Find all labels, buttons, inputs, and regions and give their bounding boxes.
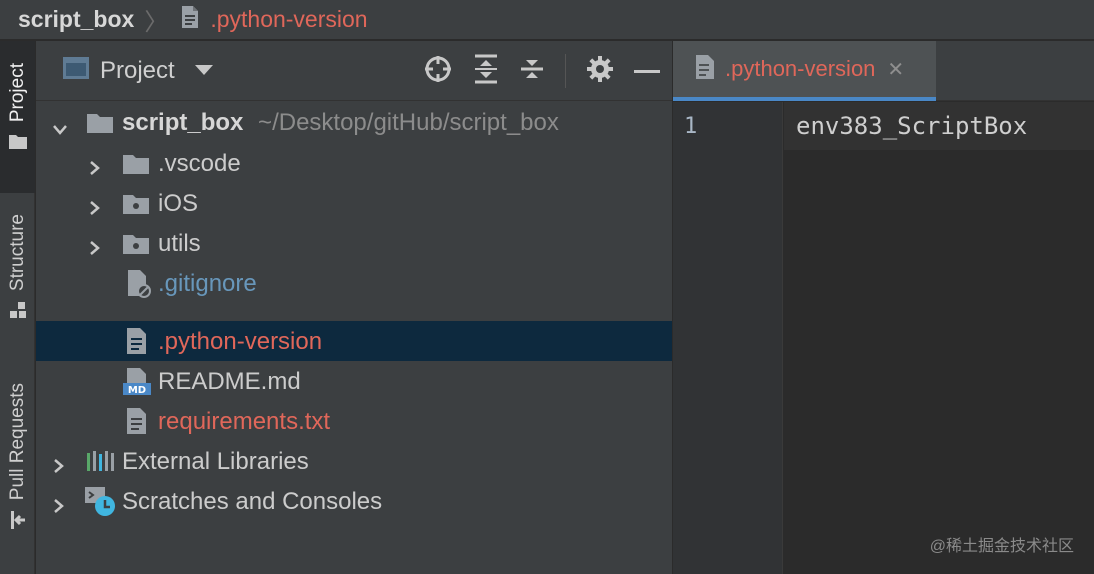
tree-root-path: ~/Desktop/gitHub/script_box (258, 109, 559, 136)
chevron-right-icon[interactable] (52, 493, 66, 513)
tree-root-label: script_box (122, 109, 244, 136)
locate-icon[interactable] (423, 54, 453, 89)
gear-icon[interactable] (586, 55, 614, 88)
text-file-icon (126, 407, 148, 442)
project-view-icon (62, 56, 90, 85)
editor-tab-bar: .python-version ✕ (673, 41, 1094, 101)
tree-item-label: External Libraries (122, 448, 309, 475)
tree-item-label: utils (158, 230, 201, 257)
tree-row-external-libraries[interactable]: External Libraries (36, 441, 672, 481)
tree-row-utils[interactable]: utils (36, 223, 672, 263)
breadcrumb-project[interactable]: script_box (18, 6, 134, 33)
tree-row-requirements[interactable]: requirements.txt (36, 401, 672, 441)
expand-all-icon[interactable] (473, 54, 499, 89)
module-folder-icon (122, 232, 150, 263)
tool-tab-structure[interactable]: Structure (0, 206, 35, 346)
tree-item-label: .python-version (158, 328, 323, 355)
line-number-gutter: 1 (673, 102, 783, 574)
pull-request-icon (9, 510, 27, 535)
chevron-right-icon[interactable] (52, 453, 66, 473)
markdown-file-icon: MD (122, 367, 152, 404)
collapse-all-icon[interactable] (519, 54, 545, 89)
project-panel-toolbar (423, 41, 660, 101)
project-view-title[interactable]: Project (100, 57, 175, 85)
tree-item-label: requirements.txt (158, 408, 331, 435)
project-panel: Project script_box ~/Desktop/gitHub/scri… (36, 41, 672, 574)
tree-row-ios[interactable]: iOS (36, 183, 672, 223)
tool-window-strip: Project Structure Pull Requests (0, 41, 35, 574)
code-line-text[interactable]: env383_ScriptBox (796, 112, 1027, 140)
tree-row-readme[interactable]: MD README.md (36, 361, 672, 401)
toolbar-divider (565, 54, 566, 88)
structure-icon (9, 301, 27, 324)
editor-tab-python-version[interactable]: .python-version ✕ (673, 41, 936, 101)
minimize-icon[interactable] (634, 62, 660, 80)
tree-item-label: README.md (158, 368, 301, 395)
scratches-icon (84, 485, 116, 524)
folder-icon (86, 111, 114, 142)
text-file-icon (180, 5, 200, 35)
tree-item-label: iOS (158, 190, 199, 217)
tree-row-python-version[interactable]: .python-version (36, 321, 672, 361)
editor-area: .python-version ✕ 1 env383_ScriptBox @稀土… (673, 41, 1094, 574)
project-panel-header: Project (36, 41, 672, 101)
tree-row-gitignore[interactable]: .gitignore (36, 263, 672, 303)
libraries-icon (86, 449, 116, 480)
chevron-down-icon[interactable] (194, 62, 213, 80)
folder-icon (8, 132, 28, 155)
breadcrumb-file[interactable]: .python-version (210, 6, 367, 33)
chevron-right-icon[interactable] (88, 195, 102, 215)
tree-root-label-group: script_box ~/Desktop/gitHub/script_box (122, 109, 559, 137)
module-folder-icon (122, 192, 150, 223)
line-number: 1 (684, 114, 698, 139)
tree-item-label: .vscode (158, 150, 241, 177)
breadcrumb: script_box 〉 .python-version (0, 0, 1094, 40)
tree-row-root[interactable]: script_box ~/Desktop/gitHub/script_box (36, 103, 672, 143)
tool-tab-pull-requests[interactable]: Pull Requests (0, 381, 35, 571)
close-icon[interactable]: ✕ (887, 57, 904, 82)
tree-row-scratches[interactable]: Scratches and Consoles (36, 481, 672, 521)
tree-item-label: Scratches and Consoles (122, 488, 383, 515)
chevron-right-icon[interactable] (88, 235, 102, 255)
tool-tab-project-label: Project (6, 63, 28, 123)
tool-tab-structure-label: Structure (6, 214, 28, 292)
watermark: @稀土掘金技术社区 (929, 538, 1074, 555)
text-file-icon (695, 54, 715, 85)
tool-tab-pull-requests-label: Pull Requests (6, 383, 28, 501)
text-file-icon (126, 327, 148, 362)
svg-text:MD: MD (128, 385, 146, 396)
tree-item-label: .gitignore (158, 270, 257, 297)
editor-tab-label: .python-version (725, 56, 876, 81)
ignored-file-icon (126, 269, 152, 306)
chevron-down-icon[interactable] (52, 116, 67, 135)
breadcrumb-separator: 〉 (144, 9, 169, 36)
folder-icon (122, 152, 150, 183)
chevron-right-icon[interactable] (88, 155, 102, 175)
tree-row-vscode[interactable]: .vscode (36, 143, 672, 183)
tool-tab-project[interactable]: Project (0, 41, 35, 193)
